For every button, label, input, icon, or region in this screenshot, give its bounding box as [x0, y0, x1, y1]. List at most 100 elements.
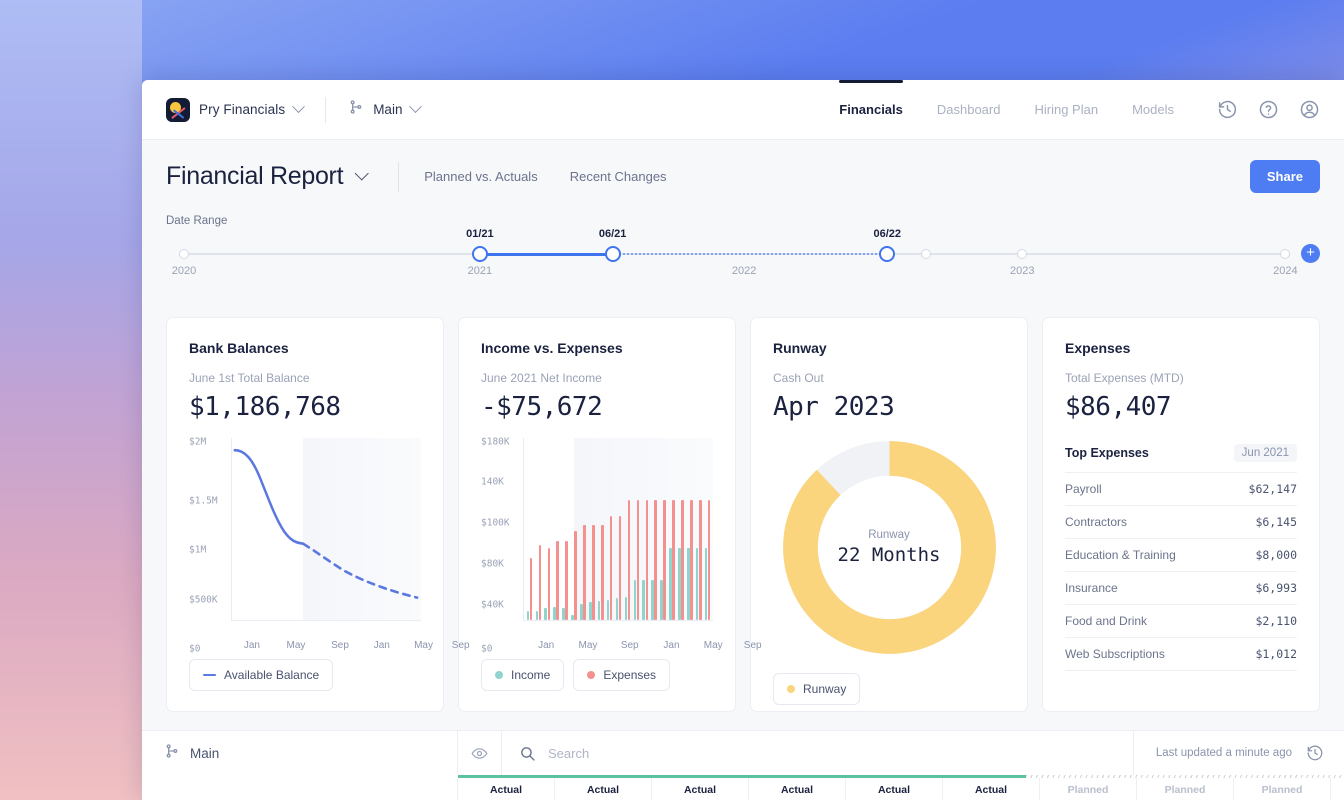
expense-name: Web Subscriptions: [1065, 647, 1165, 661]
search-bar[interactable]: [502, 731, 1133, 775]
expense-name: Education & Training: [1065, 548, 1176, 562]
expense-name: Insurance: [1065, 581, 1118, 595]
card-value: Apr 2023: [773, 392, 895, 422]
table-column-header[interactable]: Actual: [458, 778, 555, 800]
expense-name: Food and Drink: [1065, 614, 1148, 628]
card-subtitle: Total Expenses (MTD): [1065, 371, 1184, 385]
slider-handle-end[interactable]: [879, 246, 896, 262]
income-expenses-bar-chart: $180K 140K $100K $80K $40K $0 Jan May Se…: [481, 437, 762, 655]
x-tick-label: May: [703, 640, 723, 651]
legend-row: Available Balance: [189, 659, 421, 691]
legend-income[interactable]: Income: [481, 659, 565, 691]
slider-track: [184, 253, 1286, 256]
bank-balance-line-chart: $2M $1.5M $1M $500K $0 Jan May Sep Jan M…: [189, 436, 470, 655]
bar-expenses: [636, 500, 640, 620]
bar-expenses: [609, 516, 613, 620]
table-column-header[interactable]: Planned: [1137, 778, 1234, 800]
bar-income: [535, 610, 539, 620]
subtab-recent-changes[interactable]: Recent Changes: [570, 169, 667, 184]
card-bank-balances: Bank Balances June 1st Total Balance $1,…: [166, 317, 470, 712]
nav-item-models[interactable]: Models: [1115, 81, 1191, 138]
slider-knob-2020[interactable]: [179, 249, 189, 259]
y-tick-label: $2M: [189, 436, 207, 448]
bar-expenses: [583, 525, 586, 620]
search-input[interactable]: [548, 745, 1133, 761]
expense-row[interactable]: Payroll $62,147: [1065, 472, 1297, 505]
bar-expenses: [592, 525, 595, 620]
account-icon[interactable]: [1299, 99, 1320, 120]
page-header: Financial Report Planned vs. Actuals Rec…: [142, 140, 1344, 193]
bar-expenses: [529, 557, 533, 620]
slider-knob-2023[interactable]: [1017, 249, 1028, 259]
table-column-header[interactable]: Actual: [652, 778, 749, 800]
legend-row: Income Expenses: [481, 659, 713, 691]
bar-expenses: [574, 530, 577, 620]
year-tick-2022: 2022: [731, 265, 757, 277]
slider-handle-start[interactable]: [471, 246, 488, 262]
share-button[interactable]: Share: [1249, 160, 1320, 193]
bar-expenses: [681, 500, 684, 620]
bar-expenses: [698, 500, 702, 620]
add-date-range-button[interactable]: +: [1301, 244, 1320, 263]
bar-expenses: [645, 500, 649, 620]
card-title: Expenses: [1065, 340, 1131, 356]
table-column-header[interactable]: Actual: [943, 778, 1040, 800]
title-chevron-down-icon[interactable]: [354, 165, 370, 181]
date-range-slider[interactable]: 01/21 06/21 06/22 2020 2021 2022 2023 20…: [166, 228, 1320, 299]
bar-income: [642, 580, 645, 620]
workspace-selector[interactable]: Pry Financials: [166, 97, 306, 122]
y-tick-label: $1.5M: [189, 495, 218, 507]
x-tick-label: May: [414, 640, 433, 651]
donut-center-text: Runway 22 Months: [838, 529, 941, 566]
x-tick-label: Jan: [538, 640, 555, 651]
visibility-icon[interactable]: [458, 731, 502, 775]
expense-row[interactable]: Contractors $6,145: [1065, 505, 1297, 538]
x-tick-label: May: [286, 640, 306, 651]
bar-income: [633, 580, 637, 620]
slider-knob-2024[interactable]: [1280, 249, 1291, 259]
history-icon[interactable]: [1217, 99, 1238, 120]
legend-runway[interactable]: Runway: [773, 673, 861, 705]
table-column-header[interactable]: Planned: [1234, 778, 1331, 800]
subtab-planned-vs-actuals[interactable]: Planned vs. Actuals: [424, 169, 537, 184]
nav-item-dashboard[interactable]: Dashboard: [920, 81, 1018, 138]
legend-expenses[interactable]: Expenses: [573, 659, 671, 691]
legend-row: Runway: [773, 673, 1005, 705]
card-title: Runway: [773, 340, 827, 356]
bar-income: [544, 607, 548, 620]
legend-available-balance[interactable]: Available Balance: [189, 659, 334, 691]
nav-item-hiring-plan[interactable]: Hiring Plan: [1017, 81, 1115, 138]
toolbar-divider: [325, 96, 327, 123]
table-column-header[interactable]: Planned: [1040, 778, 1137, 800]
branch-icon: [348, 99, 364, 120]
nav-item-financials[interactable]: Financials: [822, 80, 920, 138]
table-column-header[interactable]: Actual: [846, 778, 943, 800]
refresh-history-icon[interactable]: [1306, 744, 1324, 762]
top-expenses-title: Top Expenses: [1065, 446, 1149, 460]
bar-expenses: [600, 525, 604, 620]
y-tick-label: $80K: [481, 558, 504, 570]
slider-active-range: [477, 253, 611, 256]
card-runway: Runway Cash Out Apr 2023 Runway 22 Month…: [750, 317, 1028, 712]
slider-label-start: 01/21: [466, 228, 494, 240]
expense-row[interactable]: Insurance $6,993: [1065, 571, 1297, 604]
help-icon[interactable]: [1258, 99, 1279, 120]
slider-knob-2022[interactable]: [921, 249, 932, 259]
bar-expenses: [663, 500, 666, 620]
table-column-header[interactable]: Actual: [555, 778, 652, 800]
table-column-header[interactable]: Actual: [749, 778, 846, 800]
branch-selector[interactable]: Main: [348, 99, 423, 120]
app-window: Pry Financials Main Financials Dashboard…: [142, 80, 1344, 800]
expense-amount: $8,000: [1255, 548, 1297, 562]
bottom-branch[interactable]: Main: [142, 731, 458, 775]
bar-expenses: [538, 544, 542, 620]
slider-handle-mid[interactable]: [604, 246, 621, 262]
expense-row[interactable]: Education & Training $8,000: [1065, 538, 1297, 571]
expense-row[interactable]: Food and Drink $2,110: [1065, 604, 1297, 637]
top-expenses-period-badge: Jun 2021: [1233, 444, 1297, 462]
bar-expenses: [690, 500, 693, 620]
expense-amount: $1,012: [1255, 647, 1297, 661]
expense-row[interactable]: Web Subscriptions $1,012: [1065, 637, 1297, 671]
donut-value: 22 Months: [837, 544, 941, 566]
slider-label-mid: 06/21: [598, 228, 627, 240]
